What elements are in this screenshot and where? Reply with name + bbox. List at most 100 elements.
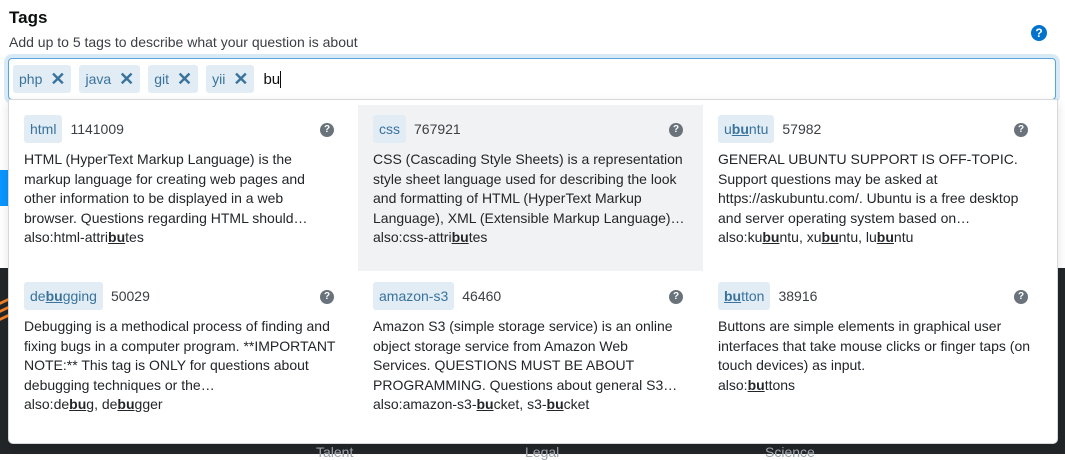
question-count: 46460 bbox=[462, 288, 502, 304]
suggestion-tag[interactable]: html bbox=[24, 115, 63, 143]
tag-text-part: tes bbox=[468, 229, 488, 245]
match-highlight: bu bbox=[724, 288, 742, 304]
also-synonyms: also:amazon-s3-bucket, s3-bucket bbox=[373, 395, 688, 415]
tag-chip[interactable]: php ✕ bbox=[13, 65, 72, 93]
synonym: html-attributes bbox=[54, 229, 144, 245]
match-highlight: bu bbox=[546, 396, 564, 412]
tag-text-part: s3- bbox=[527, 396, 547, 412]
suggestion-card-1[interactable]: css 767921? CSS (Cascading Style Sheets) i… bbox=[358, 105, 703, 271]
also-prefix: also: bbox=[718, 376, 748, 393]
question-mark-icon[interactable]: ? bbox=[1014, 123, 1028, 137]
also-prefix: also: bbox=[718, 229, 748, 245]
synonym: kubuntu bbox=[748, 229, 799, 245]
tag-text-part: de bbox=[101, 396, 118, 412]
synonym: amazon-s3-bucket bbox=[403, 396, 520, 412]
question-count: 38916 bbox=[778, 288, 818, 304]
synonym: css-attributes bbox=[403, 229, 488, 245]
suggestion-card-4[interactable]: amazon-s3 46460? Amazon S3 (simple storage… bbox=[358, 272, 703, 438]
synonym-separator: , bbox=[94, 396, 102, 412]
tag-text-part: css bbox=[379, 121, 400, 137]
tag-search-text[interactable]: bu bbox=[263, 71, 280, 88]
synonym: debugger bbox=[102, 396, 163, 412]
tag-chip[interactable]: java ✕ bbox=[79, 65, 141, 93]
tag-text-part: lu bbox=[865, 229, 877, 245]
tag-text-part: xu bbox=[806, 229, 822, 245]
synonym: debug bbox=[54, 396, 94, 412]
footer-logo-icon bbox=[0, 298, 8, 336]
tag-excerpt: Debugging is a methodical process of fin… bbox=[24, 318, 336, 393]
background-button-edge bbox=[0, 170, 8, 206]
tag-text-part: cket bbox=[493, 396, 520, 412]
footer-link-talent[interactable]: Talent bbox=[316, 444, 353, 460]
match-highlight: bu bbox=[762, 229, 780, 245]
match-highlight: bu bbox=[451, 229, 469, 245]
suggestion-header: button 38916 bbox=[718, 282, 1033, 310]
also-synonyms: also:buttons bbox=[718, 376, 1033, 396]
tag-excerpt: Buttons are simple elements in graphical… bbox=[718, 318, 1031, 373]
tag-chip-label: php bbox=[19, 71, 43, 87]
tag-text-part: gging bbox=[62, 288, 97, 304]
match-highlight: bu bbox=[476, 396, 494, 412]
tag-excerpt: CSS (Cascading Style Sheets) is a repres… bbox=[373, 151, 685, 226]
tag-text-part: css-attri bbox=[402, 229, 452, 245]
question-count: 57982 bbox=[782, 121, 822, 137]
match-highlight: bu bbox=[45, 288, 63, 304]
tag-excerpt: GENERAL UBUNTU SUPPORT IS OFF-TOPIC. Sup… bbox=[718, 151, 1019, 226]
match-highlight: bu bbox=[747, 376, 765, 393]
suggestion-header: debugging 50029 bbox=[24, 282, 339, 310]
remove-tag-icon[interactable]: ✕ bbox=[177, 70, 192, 88]
tag-text-part: html bbox=[30, 121, 57, 137]
synonym-separator: , bbox=[798, 229, 807, 245]
also-prefix: also: bbox=[24, 396, 54, 412]
suggestion-tag[interactable]: css bbox=[373, 115, 406, 143]
question-mark-icon[interactable]: ? bbox=[320, 123, 334, 137]
tag-suggestions-dropdown: html 1141009? HTML (HyperText Markup Langu… bbox=[8, 99, 1058, 444]
suggestion-tag[interactable]: button bbox=[718, 282, 771, 310]
question-count: 50029 bbox=[110, 288, 150, 304]
suggestion-tag[interactable]: debugging bbox=[24, 282, 103, 310]
also-prefix: also: bbox=[373, 396, 403, 412]
suggestion-card-5[interactable]: button 38916? Buttons are simple elements … bbox=[703, 272, 1048, 438]
synonym-separator: , bbox=[519, 396, 528, 412]
also-prefix: also: bbox=[24, 229, 54, 245]
match-highlight: bu bbox=[731, 121, 749, 137]
tags-description: Add up to 5 tags to describe what your q… bbox=[9, 34, 358, 50]
match-highlight: bu bbox=[69, 396, 87, 412]
tag-text-part: tton bbox=[741, 288, 765, 304]
question-mark-icon[interactable]: ? bbox=[669, 290, 683, 304]
tag-text-part: amazon-s3- bbox=[402, 396, 477, 412]
question-mark-icon[interactable]: ? bbox=[669, 123, 683, 137]
remove-tag-icon[interactable]: ✕ bbox=[233, 70, 248, 88]
tag-text-part: amazon-s3 bbox=[379, 288, 449, 304]
tag-text-part: ku bbox=[747, 229, 763, 245]
suggestion-header: amazon-s3 46460 bbox=[373, 282, 688, 310]
tag-chip[interactable]: git ✕ bbox=[148, 65, 199, 93]
also-synonyms: also:debug, debugger bbox=[24, 395, 339, 415]
tag-text-part: gger bbox=[134, 396, 163, 412]
tag-text-part: cket bbox=[563, 396, 590, 412]
tag-text-part: ntu bbox=[893, 229, 914, 245]
suggestion-tag[interactable]: amazon-s3 bbox=[373, 282, 455, 310]
question-mark-icon[interactable]: ? bbox=[1014, 290, 1028, 304]
match-highlight: bu bbox=[108, 229, 126, 245]
suggestion-card-0[interactable]: html 1141009? HTML (HyperText Markup Langu… bbox=[9, 105, 354, 271]
suggestion-header: html 1141009 bbox=[24, 115, 339, 143]
tag-text-part: ntu bbox=[748, 121, 769, 137]
question-count: 767921 bbox=[414, 121, 461, 137]
tag-text-part: ntu bbox=[838, 229, 859, 245]
tag-input[interactable]: php ✕ java ✕ git ✕ yii ✕ bu bbox=[8, 58, 1056, 100]
suggestion-card-2[interactable]: ubuntu 57982? GENERAL UBUNTU SUPPORT IS OF… bbox=[703, 105, 1048, 271]
remove-tag-icon[interactable]: ✕ bbox=[50, 70, 65, 88]
footer-link-science[interactable]: Science bbox=[765, 444, 815, 460]
tag-excerpt: HTML (HyperText Markup Language) is the … bbox=[24, 151, 308, 226]
tag-chip[interactable]: yii ✕ bbox=[206, 65, 255, 93]
suggestion-header: ubuntu 57982 bbox=[718, 115, 1033, 143]
suggestion-card-3[interactable]: debugging 50029? Debugging is a methodical… bbox=[9, 272, 354, 438]
remove-tag-icon[interactable]: ✕ bbox=[119, 70, 134, 88]
match-highlight: bu bbox=[821, 229, 839, 245]
help-icon[interactable]: ? bbox=[1031, 25, 1047, 41]
synonym: xubuntu bbox=[807, 229, 858, 245]
question-mark-icon[interactable]: ? bbox=[320, 290, 334, 304]
footer-link-legal[interactable]: Legal bbox=[525, 444, 559, 460]
suggestion-tag[interactable]: ubuntu bbox=[718, 115, 775, 143]
